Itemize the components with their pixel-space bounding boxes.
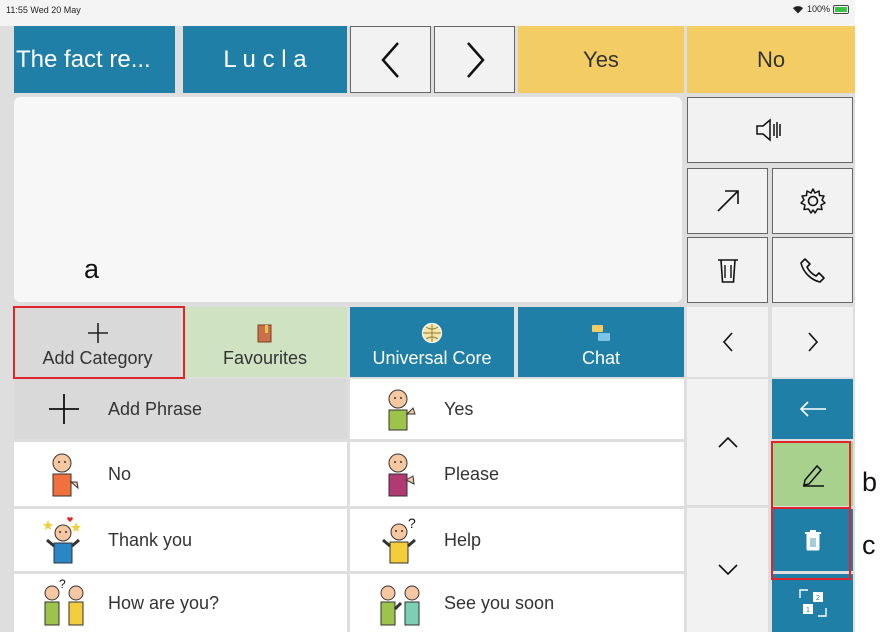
- phrase-how-are-you[interactable]: ? How are you?: [14, 574, 347, 632]
- status-time: 11:55: [6, 5, 28, 15]
- category-favourites[interactable]: Favourites: [183, 307, 347, 377]
- svg-text:?: ?: [408, 516, 416, 531]
- category-chat[interactable]: Chat: [518, 307, 684, 377]
- phrase-preview-tile[interactable]: The fact re...: [14, 26, 175, 93]
- annotation-b: b: [862, 467, 878, 497]
- yes-button[interactable]: Yes: [518, 26, 684, 93]
- arrow-left-icon: [799, 401, 826, 417]
- battery-icon: [833, 4, 849, 14]
- phrase-help[interactable]: ? Help: [350, 509, 684, 571]
- phrase-yes-label: Yes: [444, 398, 474, 419]
- person-please-icon: [388, 453, 415, 497]
- chevron-up-icon: [717, 436, 738, 448]
- phrase-preview-text: The fact re...: [16, 45, 151, 73]
- category-chat-label: Chat: [581, 348, 621, 368]
- category-favourites-label: Favourites: [222, 348, 308, 368]
- phrase-no-label: No: [108, 463, 132, 484]
- user-name-text: L u c l a: [223, 45, 307, 73]
- chevron-down-icon: [717, 564, 738, 576]
- chat-bubbles-icon: [592, 325, 610, 341]
- category-universal-core-label: Universal Core: [372, 348, 492, 368]
- phrase-see-you-soon-label: See you soon: [444, 592, 555, 613]
- previous-button[interactable]: [350, 26, 431, 93]
- share-button[interactable]: [687, 168, 768, 234]
- ipad-screen: 11:55 Wed 20 May 100% The fact re... L u…: [0, 0, 855, 632]
- chevron-left-icon: [722, 332, 733, 352]
- back-button[interactable]: [772, 379, 853, 439]
- category-next-button[interactable]: [772, 307, 853, 377]
- gear-icon: [799, 188, 826, 214]
- speaker-icon: [756, 118, 781, 142]
- screen: 11:55 Wed 20 May 100% The fact re... L u…: [0, 0, 893, 632]
- svg-text:1: 1: [806, 607, 810, 614]
- plus-icon: [49, 394, 79, 424]
- person-thumbs-up-icon: [388, 389, 416, 431]
- svg-text:2: 2: [816, 595, 820, 602]
- phrase-yes[interactable]: Yes: [350, 379, 684, 439]
- rearrange-button[interactable]: 21: [772, 574, 853, 632]
- book-icon: [257, 324, 272, 343]
- clear-button[interactable]: [687, 237, 768, 303]
- message-area[interactable]: [14, 97, 682, 302]
- svg-text:?: ?: [59, 579, 66, 591]
- chevron-left-icon: [380, 41, 399, 78]
- person-help-icon: ?: [382, 516, 416, 564]
- category-previous-button[interactable]: [687, 307, 768, 377]
- chevron-right-icon: [807, 332, 818, 352]
- phrase-please-label: Please: [444, 463, 500, 484]
- phrase-how-are-you-label: How are you?: [108, 592, 220, 613]
- user-name-tile[interactable]: L u c l a: [183, 26, 347, 93]
- add-phrase-label: Add Phrase: [108, 398, 203, 419]
- status-date: Wed 20 May: [30, 5, 81, 15]
- phrase-scroll-down-button[interactable]: [687, 508, 768, 632]
- highlight-add-category: [13, 306, 185, 379]
- add-phrase-button[interactable]: Add Phrase: [14, 379, 347, 439]
- chevron-right-icon: [466, 41, 485, 78]
- phrase-see-you-soon[interactable]: See you soon: [350, 574, 684, 632]
- person-thumbs-down-icon: [52, 453, 79, 497]
- wifi-icon: [792, 5, 803, 13]
- status-bar: 11:55 Wed 20 May 100%: [0, 0, 855, 26]
- highlight-edit-delete: [771, 441, 851, 580]
- no-button-label: No: [756, 46, 786, 72]
- two-people-question-icon: ?: [44, 579, 84, 626]
- arrow-up-right-icon: [716, 190, 739, 212]
- phrase-thank-you[interactable]: Thank you: [14, 509, 347, 571]
- two-people-wave-icon: [380, 585, 420, 626]
- annotation-a: a: [84, 254, 100, 284]
- yes-button-label: Yes: [583, 46, 619, 72]
- annotation-c: c: [862, 530, 876, 560]
- settings-button[interactable]: [772, 168, 853, 234]
- phone-icon: [799, 258, 825, 283]
- phrase-thank-you-label: Thank you: [108, 529, 193, 550]
- battery-percent: 100%: [806, 4, 830, 14]
- phrase-no[interactable]: No: [14, 442, 347, 506]
- phrase-help-label: Help: [444, 529, 482, 550]
- speak-button[interactable]: [687, 97, 853, 163]
- phrase-please[interactable]: Please: [350, 442, 684, 506]
- trash-icon: [717, 259, 738, 283]
- call-button[interactable]: [772, 237, 853, 303]
- no-button[interactable]: No: [687, 26, 855, 93]
- phrase-scroll-up-button[interactable]: [687, 379, 768, 505]
- category-universal-core[interactable]: Universal Core: [350, 307, 514, 377]
- rearrange-icon: 21: [798, 589, 827, 617]
- highlight-divider: [771, 507, 851, 509]
- globe-icon: [421, 322, 443, 344]
- person-thank-you-icon: [43, 517, 81, 564]
- next-button[interactable]: [434, 26, 515, 93]
